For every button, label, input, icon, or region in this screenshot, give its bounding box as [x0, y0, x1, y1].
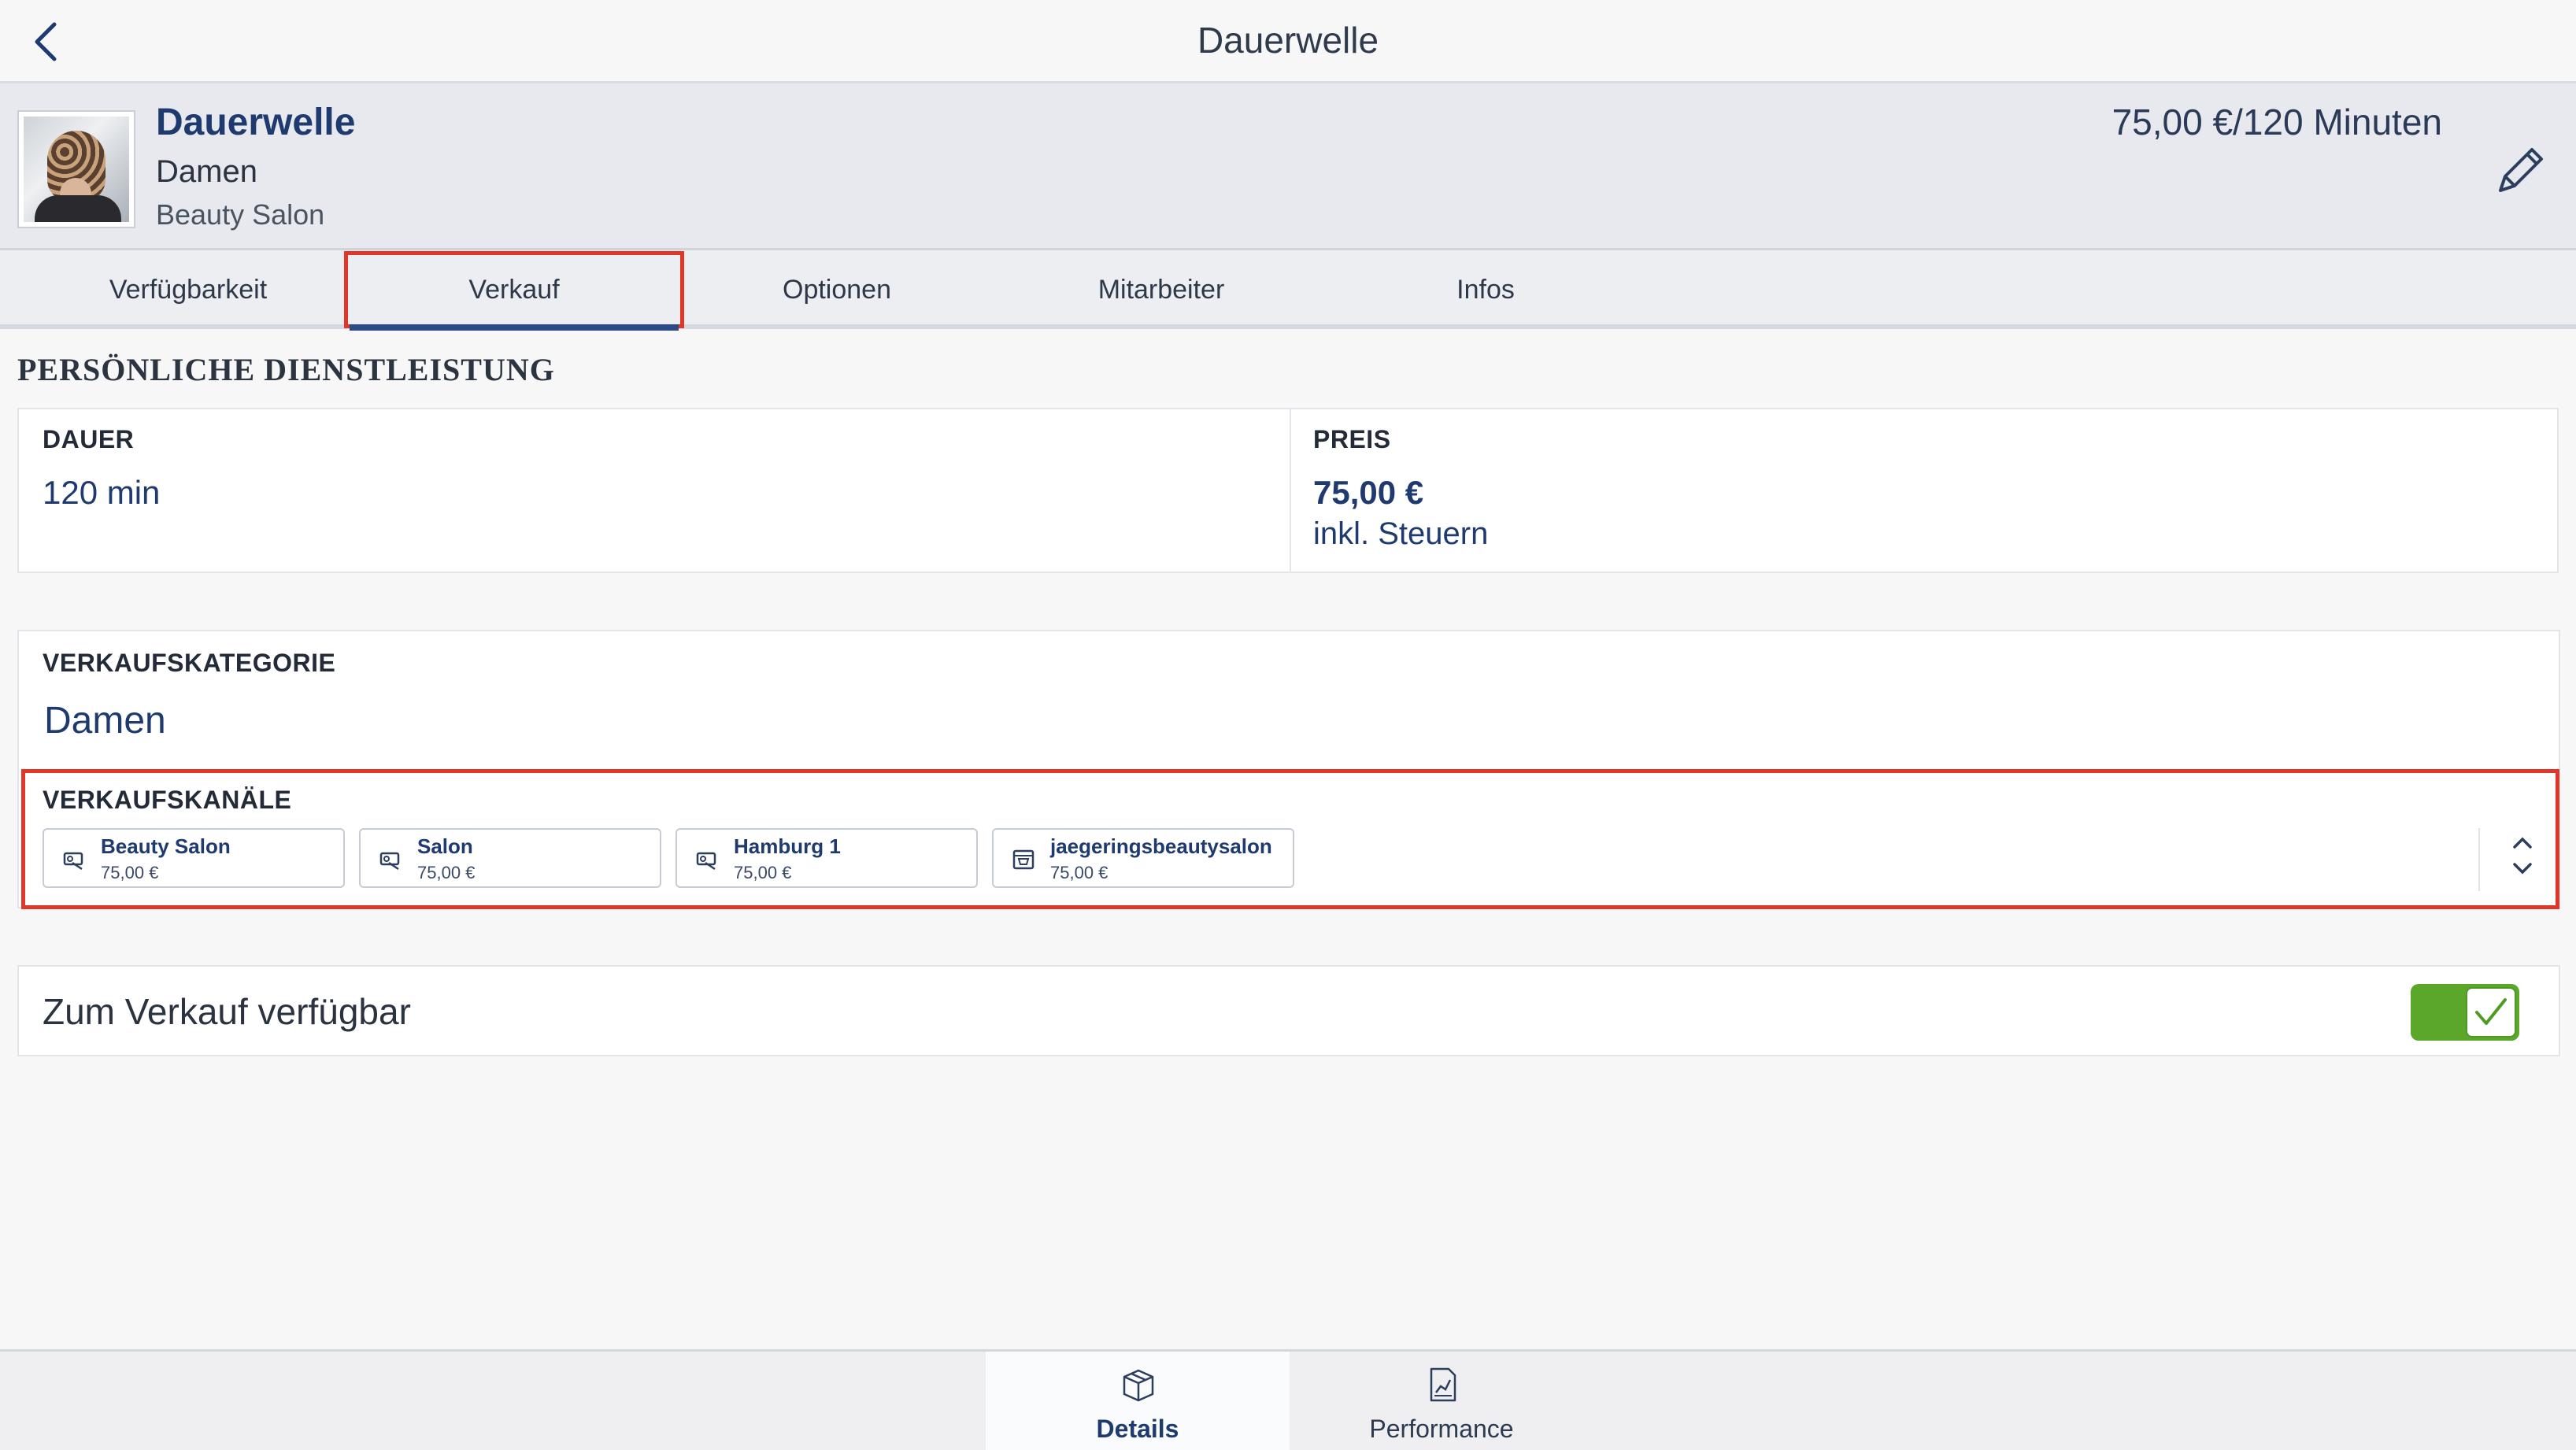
- navigation-bar: Dauerwelle: [0, 0, 2576, 83]
- duration-label: DAUER: [43, 425, 135, 453]
- tab-mitarbeiter[interactable]: Mitarbeiter: [1000, 250, 1323, 329]
- bottom-tab-label: Performance: [1369, 1415, 1514, 1443]
- pencil-icon: [2499, 148, 2543, 192]
- tab-verkauf[interactable]: Verkauf: [343, 250, 685, 331]
- sales-category-label: VERKAUFSKATEGORIE: [43, 649, 336, 677]
- checkmark-icon: [2475, 998, 2507, 1025]
- chart-document-icon: [1430, 1367, 1456, 1402]
- available-for-sale-toggle[interactable]: [2411, 984, 2519, 1041]
- tab-optionen[interactable]: Optionen: [675, 250, 998, 329]
- channel-price: 75,00 €: [1050, 863, 1108, 882]
- service-price-duration: 75,00 €/120 Minuten: [2112, 102, 2442, 142]
- tag-icon: [696, 852, 716, 871]
- channel-chip-hamburg-1[interactable]: Hamburg 1 75,00 €: [675, 828, 978, 888]
- channel-price: 75,00 €: [417, 863, 476, 882]
- channel-name: Hamburg 1: [734, 834, 841, 858]
- channel-chip-jaegeringsbeautysalon[interactable]: jaegeringsbeautysalon 75,00 €: [992, 828, 1294, 888]
- price-tax-note: inkl. Steuern: [1313, 516, 1489, 551]
- web-shop-icon: [1012, 849, 1034, 870]
- sales-channel-chips: Beauty Salon 75,00 € Salon 75,00 € Hambu…: [43, 828, 1381, 891]
- tab-verfuegbarkeit[interactable]: Verfügbarkeit: [27, 250, 350, 329]
- channel-chip-salon[interactable]: Salon 75,00 €: [359, 828, 661, 888]
- box-icon: [1123, 1369, 1154, 1402]
- price-card[interactable]: PREIS 75,00 € inkl. Steuern: [1290, 408, 2559, 573]
- channel-name: Beauty Salon: [101, 834, 231, 858]
- duration-value: 120 min: [43, 474, 161, 511]
- bottom-tab-details[interactable]: Details: [986, 1352, 1290, 1450]
- sales-category-value: Damen: [44, 700, 166, 742]
- edit-button[interactable]: [2489, 139, 2552, 202]
- service-header: Dauerwelle Damen Beauty Salon 75,00 €/12…: [0, 83, 2576, 250]
- service-thumbnail: [17, 110, 135, 228]
- bottom-tab-bar: Details Performance: [0, 1349, 2576, 1450]
- bottom-tab-performance[interactable]: Performance: [1290, 1352, 1593, 1450]
- sales-channels-label: VERKAUFSKANÄLE: [43, 786, 292, 814]
- channels-expand-toggle[interactable]: [2478, 828, 2541, 891]
- duration-card[interactable]: DAUER 120 min: [17, 408, 1291, 573]
- channel-price: 75,00 €: [734, 863, 792, 882]
- channel-name: Salon: [417, 834, 473, 858]
- channel-chip-beauty-salon[interactable]: Beauty Salon 75,00 €: [43, 828, 345, 888]
- chevron-up-down-icon: [2513, 837, 2532, 875]
- available-for-sale-label: Zum Verkauf verfügbar: [43, 991, 411, 1032]
- sales-channels-section: VERKAUFSKANÄLE Beauty Salon 75,00 € Salo…: [21, 769, 2559, 909]
- toggle-knob: [2466, 987, 2516, 1038]
- sales-card: VERKAUFSKATEGORIE Damen VERKAUFSKANÄLE B…: [17, 630, 2560, 909]
- service-name: Dauerwelle: [156, 102, 356, 143]
- sales-category-row[interactable]: VERKAUFSKATEGORIE Damen: [19, 631, 2559, 765]
- price-value: 75,00 €: [1313, 474, 1424, 511]
- tab-bar: Verfügbarkeit Verkauf Optionen Mitarbeit…: [0, 250, 2576, 331]
- section-title: PERSÖNLICHE DIENSTLEISTUNG: [17, 352, 555, 387]
- channel-price: 75,00 €: [101, 863, 159, 882]
- bottom-tab-label: Details: [1096, 1415, 1179, 1443]
- tag-icon: [63, 852, 83, 871]
- price-label: PREIS: [1313, 425, 1391, 453]
- service-salon: Beauty Salon: [156, 198, 325, 231]
- page-title: Dauerwelle: [1197, 20, 1379, 61]
- channel-name: jaegeringsbeautysalon: [1050, 834, 1272, 858]
- tag-icon: [379, 852, 400, 871]
- tab-infos[interactable]: Infos: [1324, 250, 1647, 329]
- available-for-sale-row: Zum Verkauf verfügbar: [17, 965, 2560, 1056]
- service-category: Damen: [156, 154, 257, 189]
